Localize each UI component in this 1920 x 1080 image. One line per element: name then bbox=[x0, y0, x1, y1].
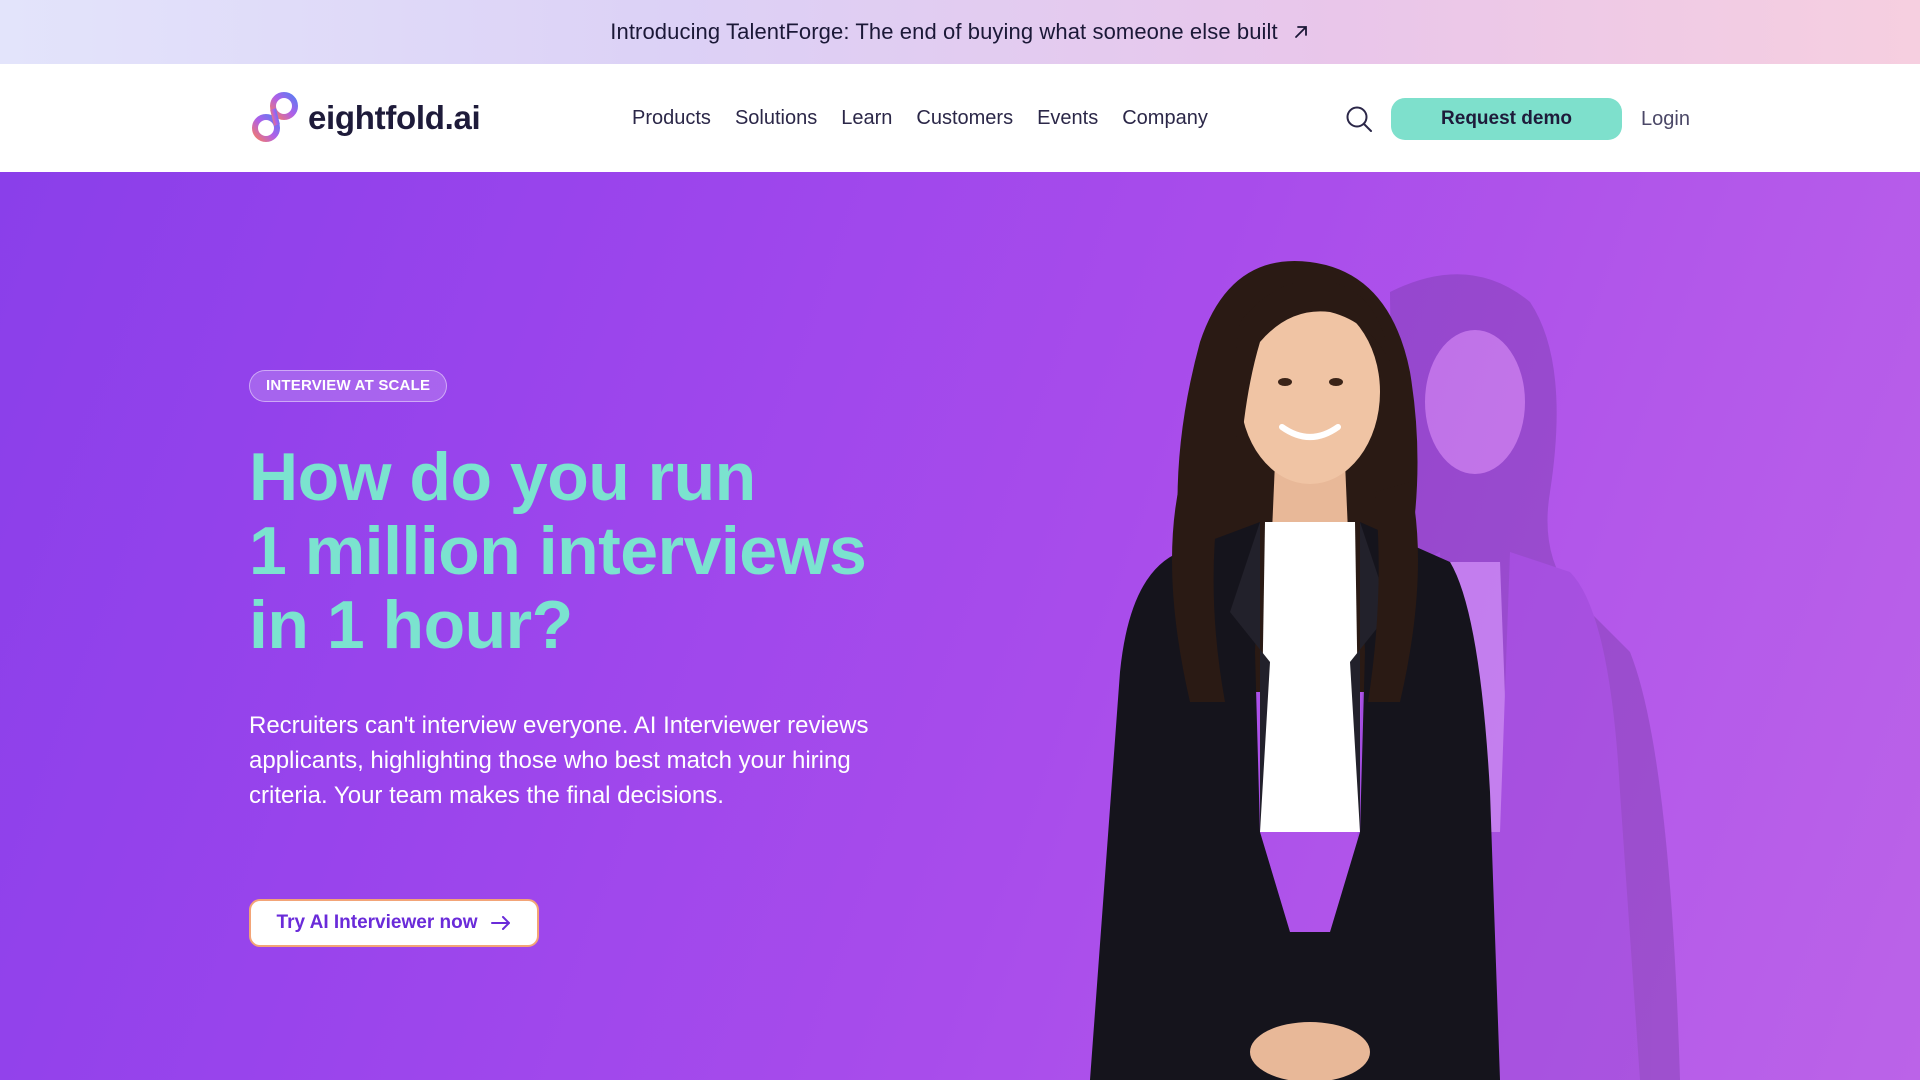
announcement-text[interactable]: Introducing TalentForge: The end of buyi… bbox=[610, 19, 1277, 45]
hero-badge: INTERVIEW AT SCALE bbox=[249, 370, 448, 402]
eightfold-logo-icon bbox=[252, 92, 298, 142]
logo-text: eightfold.ai bbox=[308, 99, 481, 136]
request-demo-button[interactable]: Request demo bbox=[1391, 98, 1622, 140]
site-header: eightfold.ai Products Solutions Learn Cu… bbox=[0, 64, 1920, 172]
main-nav: Products Solutions Learn Customers Event… bbox=[620, 102, 1220, 134]
headline-line-1: How do you run bbox=[249, 439, 756, 515]
nav-item-customers[interactable]: Customers bbox=[904, 102, 1025, 134]
nav-item-products[interactable]: Products bbox=[620, 102, 723, 134]
headline-line-3: in 1 hour? bbox=[249, 587, 573, 663]
login-link[interactable]: Login bbox=[1641, 104, 1690, 134]
try-ai-interviewer-button[interactable]: Try AI Interviewer now bbox=[249, 899, 539, 947]
logo[interactable]: eightfold.ai bbox=[250, 90, 481, 146]
cta-label: Try AI Interviewer now bbox=[276, 912, 478, 933]
search-icon[interactable] bbox=[1344, 104, 1374, 134]
arrow-right-icon bbox=[491, 916, 511, 930]
hero-headline: How do you run 1 million interviews in 1… bbox=[249, 440, 889, 662]
announcement-bar[interactable]: Introducing TalentForge: The end of buyi… bbox=[0, 0, 1920, 64]
arrow-up-right-icon bbox=[1294, 26, 1307, 38]
nav-item-events[interactable]: Events bbox=[1025, 102, 1110, 134]
headline-line-2: 1 million interviews bbox=[249, 513, 867, 589]
nav-item-solutions[interactable]: Solutions bbox=[723, 102, 829, 134]
nav-item-learn[interactable]: Learn bbox=[829, 102, 904, 134]
hero-description: Recruiters can't interview everyone. AI … bbox=[249, 712, 869, 809]
hero-people-image bbox=[1090, 261, 1680, 1080]
hero-section: INTERVIEW AT SCALE How do you run 1 mill… bbox=[0, 172, 1920, 1080]
nav-item-company[interactable]: Company bbox=[1110, 102, 1220, 134]
